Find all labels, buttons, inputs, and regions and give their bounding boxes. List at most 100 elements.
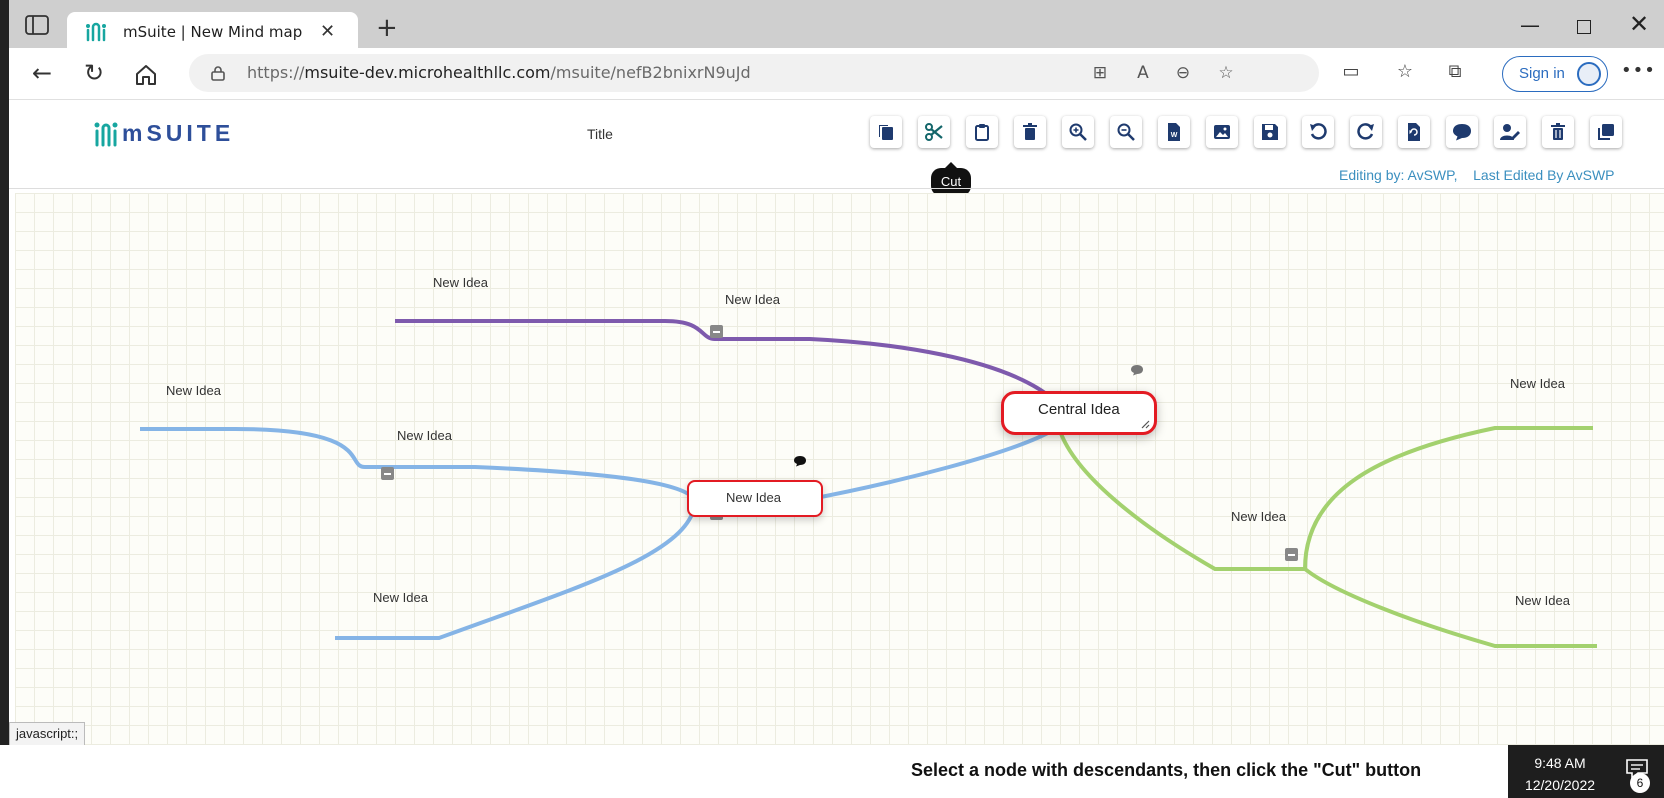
node-green-upper[interactable]: New Idea bbox=[1510, 376, 1565, 391]
collapse-icon[interactable] bbox=[1285, 548, 1298, 561]
delete-map-button[interactable] bbox=[1542, 116, 1574, 148]
document-title[interactable]: Title bbox=[587, 126, 613, 142]
browser-window: mSuite | New Mind map ✕ + — ✕ ← ↻ https:… bbox=[9, 0, 1664, 745]
comment-button[interactable] bbox=[1446, 116, 1478, 148]
logo-mark-icon bbox=[94, 122, 118, 147]
more-icon[interactable]: ••• bbox=[1621, 60, 1656, 81]
comment-icon[interactable] bbox=[1130, 364, 1144, 376]
refresh-icon[interactable]: ↻ bbox=[81, 60, 107, 86]
node-blue-far[interactable]: New Idea bbox=[166, 383, 221, 398]
editing-status: Editing by: AvSWP, Last Edited By AvSWP bbox=[1339, 167, 1615, 183]
address-bar-row: ← ↻ https://msuite-dev.microhealthllc.co… bbox=[9, 48, 1664, 100]
browser-tab[interactable]: mSuite | New Mind map ✕ bbox=[67, 12, 358, 50]
paste-button[interactable] bbox=[966, 116, 998, 148]
url-text: https://msuite-dev.microhealthllc.com/ms… bbox=[247, 63, 751, 82]
collapse-icon[interactable] bbox=[710, 325, 723, 338]
status-bar-url: javascript:; bbox=[9, 722, 86, 746]
collapse-icon[interactable] bbox=[381, 467, 394, 480]
lock-icon[interactable] bbox=[211, 65, 225, 81]
trash-icon bbox=[1023, 123, 1037, 140]
clone-icon bbox=[1598, 124, 1614, 140]
tab-actions-icon[interactable] bbox=[25, 14, 49, 36]
node-blue-mid[interactable]: New Idea bbox=[397, 428, 452, 443]
node-green-lower[interactable]: New Idea bbox=[1515, 593, 1570, 608]
header-divider bbox=[9, 188, 1664, 189]
delete-node-button[interactable] bbox=[1014, 116, 1046, 148]
reset-button[interactable] bbox=[1398, 116, 1430, 148]
minimize-icon[interactable]: — bbox=[1520, 13, 1540, 37]
central-idea-label: Central Idea bbox=[1038, 401, 1120, 418]
clock-date: 12/20/2022 bbox=[1524, 777, 1596, 793]
undo-icon bbox=[1310, 123, 1327, 140]
zoom-icon[interactable]: ⊖ bbox=[1172, 62, 1194, 84]
msuite-logo[interactable]: mSUITE bbox=[94, 119, 234, 147]
node-green-mid[interactable]: New Idea bbox=[1231, 509, 1286, 524]
copy-icon bbox=[879, 125, 893, 140]
export-image-button[interactable] bbox=[1206, 116, 1238, 148]
logo-text: mSUITE bbox=[122, 119, 235, 146]
save-button[interactable] bbox=[1254, 116, 1286, 148]
instruction-caption: Select a node with descendants, then cli… bbox=[911, 760, 1422, 780]
zoom-in-button[interactable] bbox=[1062, 116, 1094, 148]
cast-icon[interactable]: ▭ bbox=[1339, 60, 1363, 84]
apps-icon[interactable]: ⊞ bbox=[1089, 62, 1111, 84]
tab-bar: mSuite | New Mind map ✕ + — ✕ bbox=[9, 0, 1664, 50]
branch-green-main bbox=[1058, 430, 1305, 571]
sign-in-label: Sign in bbox=[1519, 65, 1565, 82]
zoom-out-button[interactable] bbox=[1110, 116, 1142, 148]
notification-count-badge: 6 bbox=[1630, 773, 1650, 793]
sign-in-button[interactable]: Sign in bbox=[1502, 56, 1608, 92]
cut-tooltip: Cut bbox=[931, 162, 971, 196]
comment-icon[interactable] bbox=[793, 455, 807, 467]
selected-node[interactable]: New Idea bbox=[687, 480, 823, 517]
node-purple-outer[interactable]: New Idea bbox=[433, 275, 488, 290]
redo-icon bbox=[1357, 123, 1374, 140]
tab-title: mSuite | New Mind map bbox=[123, 23, 303, 41]
read-aloud-icon[interactable]: A bbox=[1132, 62, 1154, 84]
zoom-in-icon bbox=[1069, 123, 1087, 141]
scissors-icon bbox=[925, 123, 943, 141]
favorites-icon[interactable]: ☆ bbox=[1393, 60, 1417, 84]
duplicate-button[interactable] bbox=[1590, 116, 1622, 148]
branch-green-upper bbox=[1303, 426, 1593, 570]
back-icon[interactable]: ← bbox=[29, 60, 55, 86]
user-edit-icon bbox=[1500, 124, 1520, 140]
add-favorite-icon[interactable]: ☆ bbox=[1215, 62, 1237, 84]
mindmap-connectors bbox=[140, 319, 1597, 648]
save-icon bbox=[1262, 124, 1278, 140]
maximize-icon[interactable] bbox=[1577, 20, 1591, 34]
central-idea-node[interactable]: Central Idea bbox=[1001, 391, 1157, 435]
export-word-button[interactable]: W bbox=[1158, 116, 1190, 148]
clipboard-icon bbox=[975, 124, 989, 141]
redo-button[interactable] bbox=[1350, 116, 1382, 148]
close-tab-icon[interactable]: ✕ bbox=[320, 23, 335, 41]
undo-button[interactable] bbox=[1302, 116, 1334, 148]
branch-blue-lower bbox=[335, 499, 697, 640]
close-window-icon[interactable]: ✕ bbox=[1629, 10, 1649, 38]
home-icon[interactable] bbox=[133, 62, 159, 88]
avatar-icon bbox=[1577, 62, 1601, 86]
cut-button[interactable] bbox=[918, 116, 950, 148]
selected-node-label: New Idea bbox=[726, 490, 781, 505]
edit-user-button[interactable] bbox=[1494, 116, 1526, 148]
msuite-favicon bbox=[86, 22, 106, 42]
clock-time: 9:48 AM bbox=[1534, 755, 1586, 771]
new-tab-icon[interactable]: + bbox=[376, 15, 398, 41]
editing-by: Editing by: AvSWP, bbox=[1339, 167, 1458, 183]
copy-button[interactable] bbox=[870, 116, 902, 148]
svg-text:W: W bbox=[1171, 132, 1178, 139]
resize-icon[interactable] bbox=[1140, 419, 1150, 429]
reset-file-icon bbox=[1408, 123, 1420, 141]
comment-icon bbox=[1453, 124, 1471, 141]
last-edited: Last Edited By AvSWP bbox=[1473, 167, 1615, 183]
word-file-icon: W bbox=[1168, 123, 1180, 141]
desktop-edge bbox=[0, 0, 9, 745]
zoom-out-icon bbox=[1117, 123, 1135, 141]
node-purple-inner[interactable]: New Idea bbox=[725, 292, 780, 307]
collections-icon[interactable]: ⧉ bbox=[1443, 60, 1467, 84]
url-field[interactable]: https://msuite-dev.microhealthllc.com/ms… bbox=[189, 54, 1319, 92]
trash-alt-icon bbox=[1551, 123, 1565, 140]
mindmap-canvas[interactable]: New Idea New Idea New Idea New Idea New … bbox=[15, 193, 1664, 745]
node-blue-lower[interactable]: New Idea bbox=[373, 590, 428, 605]
taskbar-clock[interactable]: 9:48 AM 12/20/2022 bbox=[1508, 745, 1612, 798]
